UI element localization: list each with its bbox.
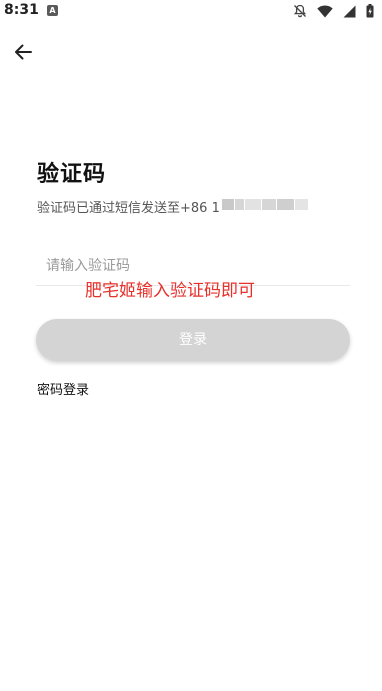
notifications-off-icon: [293, 4, 307, 18]
sms-sent-notice: 验证码已通过短信发送至+86 1: [37, 201, 220, 216]
status-time: 8:31: [4, 2, 39, 18]
instruction-overlay-text: 肥宅姬输入验证码即可: [85, 281, 255, 301]
login-button[interactable]: 登录: [36, 319, 350, 361]
back-button[interactable]: [10, 41, 36, 67]
wifi-icon: [317, 5, 333, 18]
verification-code-screen: 8:31 A 验证码 验证码已通过短信发送至+86 1 请输入验证码 肥宅姬输入…: [0, 0, 382, 691]
page-title: 验证码: [37, 162, 107, 187]
battery-icon: [366, 4, 374, 18]
signal-icon: [343, 5, 356, 18]
status-icons: [293, 3, 374, 19]
arrow-left-icon: [14, 44, 32, 64]
masked-phone-number: [222, 199, 308, 210]
app-notification-icon: A: [47, 5, 58, 16]
password-login-link[interactable]: 密码登录: [37, 379, 89, 398]
status-bar: 8:31 A: [0, 0, 382, 22]
